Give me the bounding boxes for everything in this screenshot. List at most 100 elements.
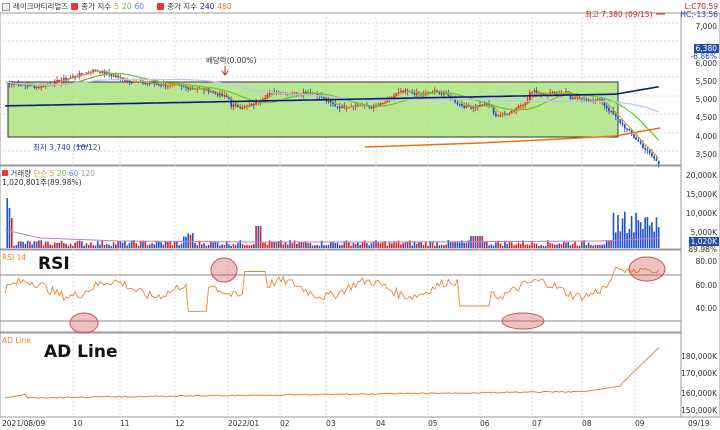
price-candle — [653, 156, 656, 159]
price-candle — [327, 100, 330, 102]
volume-bar — [83, 245, 85, 248]
volume-bar — [635, 212, 637, 248]
price-candle — [338, 106, 341, 109]
price-candle — [644, 147, 647, 150]
price-candle — [35, 86, 38, 88]
volume-bar — [203, 243, 205, 248]
volume-bar — [510, 242, 513, 248]
volume-bar — [40, 240, 42, 248]
volume-bar — [366, 243, 368, 248]
chart-header: 레이크머티리얼즈 종가 지수 5 20 60 종가 지수 240 480 — [0, 0, 232, 13]
volume-bar — [293, 240, 296, 248]
volume-bar — [135, 243, 137, 248]
volume-bar — [628, 229, 631, 248]
volume-bar — [47, 241, 49, 248]
x-tick: 12 — [175, 419, 185, 428]
price-candle — [345, 107, 348, 109]
volume-bar — [74, 242, 76, 248]
price-candle — [574, 97, 576, 99]
price-candle — [637, 139, 640, 142]
volume-bar — [515, 244, 518, 248]
volume-bar — [411, 245, 413, 248]
volume-bar — [605, 240, 608, 248]
volume-bar — [418, 242, 420, 248]
price-candle — [395, 93, 398, 96]
price-candle — [519, 105, 522, 107]
volume-bar — [271, 242, 273, 248]
volume-bar — [542, 245, 545, 248]
volume-bar — [513, 245, 515, 248]
low-annotation: 최저 3,740 (10/12) — [33, 143, 101, 152]
volume-bar — [8, 208, 11, 248]
volume-bar — [105, 244, 108, 248]
price-candle — [542, 93, 545, 95]
stock-name[interactable]: 레이크머티리얼즈 — [13, 1, 68, 12]
price-tick: 4,000 — [695, 132, 717, 141]
volume-bar — [144, 241, 147, 248]
volume-bar — [348, 242, 350, 248]
x-tick: 06 — [480, 419, 490, 428]
volume-bar — [639, 222, 642, 248]
volume-bar — [569, 245, 572, 248]
volume-bar — [67, 245, 70, 248]
volume-bar — [624, 211, 626, 248]
price-candle — [56, 80, 58, 82]
price-candle — [334, 104, 337, 107]
window-control-icon[interactable] — [2, 2, 10, 11]
volume-bar — [264, 242, 266, 248]
volume-bar — [533, 243, 536, 248]
price-candle — [182, 85, 185, 87]
volume-bar — [506, 244, 508, 248]
price-candle — [612, 111, 615, 115]
price-candle — [463, 105, 466, 108]
volume-bar — [158, 241, 160, 248]
volume-bar — [58, 242, 61, 248]
volume-bar — [610, 240, 613, 248]
volume-bar — [655, 217, 658, 248]
volume-bar — [443, 245, 445, 248]
volume-bar — [415, 243, 418, 248]
volume-bar — [72, 245, 74, 248]
price-candle — [651, 153, 653, 157]
volume-bar — [302, 241, 305, 248]
volume-bar — [612, 212, 615, 248]
volume-ma-5: 5 — [49, 169, 55, 178]
price-candle — [323, 97, 325, 99]
volume-ma-20: 20 — [56, 169, 67, 178]
volume-bar — [69, 243, 72, 248]
price-candle — [189, 88, 192, 90]
volume-bar — [117, 241, 119, 248]
price-tick: 5,000 — [695, 95, 717, 104]
volume-bar — [248, 245, 251, 248]
price-candle — [232, 104, 235, 107]
ad-tick: 180,000K — [681, 352, 717, 361]
price-candle — [212, 91, 215, 93]
ma2-checkbox-icon[interactable] — [157, 3, 165, 10]
price-candle — [605, 105, 608, 109]
volume-bar — [176, 241, 178, 248]
volume-bar — [298, 241, 300, 248]
volume-bar — [504, 241, 506, 248]
volume-tick: 10,000K — [685, 209, 717, 218]
volume-bar — [540, 244, 542, 248]
x-tick: 05 — [428, 419, 438, 428]
volume-bar — [26, 240, 29, 248]
price-candle — [628, 128, 631, 131]
price-candle — [623, 124, 626, 129]
volume-bar — [307, 243, 309, 248]
volume-bar — [325, 245, 328, 248]
volume-bar — [180, 243, 183, 248]
ma-checkbox-icon[interactable] — [71, 3, 79, 10]
price-candle — [329, 100, 332, 103]
volume-bar — [590, 244, 592, 248]
volume-bar — [323, 245, 325, 248]
volume-bar — [221, 244, 223, 248]
volume-bar — [153, 244, 156, 248]
stock-chart[interactable] — [0, 0, 720, 430]
volume-bar — [137, 245, 140, 248]
volume-bar — [370, 243, 373, 248]
volume-bar — [431, 241, 434, 248]
price-candle — [639, 141, 642, 144]
volume-checkbox-icon[interactable] — [2, 170, 8, 176]
volume-bar — [332, 242, 334, 248]
